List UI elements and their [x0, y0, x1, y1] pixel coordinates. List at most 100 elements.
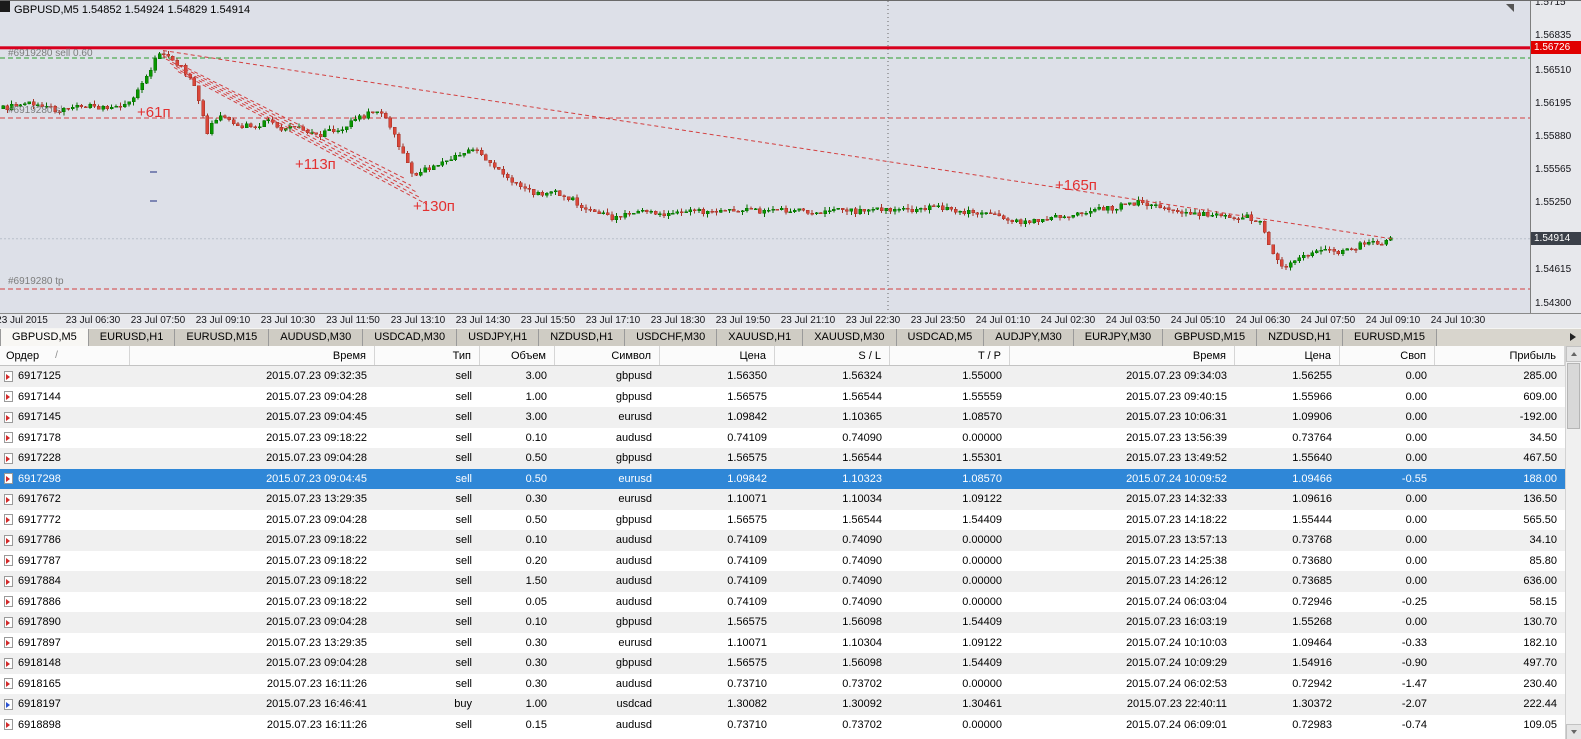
cell-symbol: eurusd	[618, 411, 652, 424]
history-row-6917897[interactable]: 6917897 2015.07.23 13:29:35 sell 0.30 eurusd…	[0, 632, 1565, 653]
chart-tab-usdcad-m5[interactable]: USDCAD,M5	[896, 329, 985, 346]
cell-swap: -0.90	[1401, 657, 1427, 670]
mt4-terminal-window: GBPUSD,M5 1.54852 1.54924 1.54829 1.5491…	[0, 0, 1581, 739]
price-scale-label: 1.55880	[1535, 131, 1572, 142]
history-row-6917772[interactable]: 6917772 2015.07.23 09:04:28 sell 0.50 gbpusd…	[0, 509, 1565, 530]
order-number: 6917890	[18, 616, 61, 629]
chart-tab-gbpusd-m15[interactable]: GBPUSD,M15	[1163, 329, 1258, 346]
sell-order-icon	[4, 575, 13, 587]
cell-close-price: 1.54916	[1292, 657, 1332, 670]
column-header-close-price[interactable]: Цена	[1235, 346, 1340, 365]
chart-tab-eurjpy-m30[interactable]: EURJPY,M30	[1073, 329, 1164, 346]
chart-tab-usdjpy-h1[interactable]: USDJPY,H1	[457, 329, 540, 346]
sell-order-icon	[4, 719, 13, 731]
cell-sl: 1.10034	[842, 493, 882, 506]
chart-tab-nzdusd-h1[interactable]: NZDUSD,H1	[539, 329, 626, 346]
column-header-label: Тип	[452, 349, 471, 362]
history-row-6917145[interactable]: 6917145 2015.07.23 09:04:45 sell 3.00 eurusd…	[0, 407, 1565, 428]
cell-type: sell	[455, 636, 472, 649]
history-row-6917884[interactable]: 6917884 2015.07.23 09:18:22 sell 1.50 audusd…	[0, 571, 1565, 592]
history-row-6917786[interactable]: 6917786 2015.07.23 09:18:22 sell 0.10 audusd…	[0, 530, 1565, 551]
cell-open-time: 2015.07.23 09:04:28	[266, 616, 367, 629]
scrollbar-thumb[interactable]	[1567, 363, 1580, 429]
cell-close-price: 1.09464	[1292, 636, 1332, 649]
cell-symbol: eurusd	[618, 472, 652, 485]
cell-type: sell	[455, 677, 472, 690]
cell-tp: 1.54409	[962, 616, 1002, 629]
chart-tab-usdcad-m30[interactable]: USDCAD,M30	[363, 329, 458, 346]
cell-profit: 222.44	[1523, 698, 1557, 711]
time-axis-label: 23 Jul 14:30	[455, 315, 511, 326]
table-scrollbar[interactable]	[1565, 346, 1581, 739]
column-header-close-time[interactable]: Время	[1010, 346, 1235, 365]
history-row-6917144[interactable]: 6917144 2015.07.23 09:04:28 sell 1.00 gbpusd…	[0, 386, 1565, 407]
cell-tp: 1.09122	[962, 636, 1002, 649]
history-row-6918898[interactable]: 6918898 2015.07.23 16:11:26 sell 0.15 audusd…	[0, 714, 1565, 735]
chart-plot-area[interactable]: GBPUSD,M5 1.54852 1.54924 1.54829 1.5491…	[0, 1, 1530, 313]
history-row-6918148[interactable]: 6918148 2015.07.23 09:04:28 sell 0.30 gbpusd…	[0, 653, 1565, 674]
cell-order: 6917228	[0, 452, 130, 464]
history-row-6917886[interactable]: 6917886 2015.07.23 09:18:22 sell 0.05 audusd…	[0, 591, 1565, 612]
column-header-profit[interactable]: Прибыль	[1435, 346, 1565, 365]
cell-tp: 1.08570	[962, 472, 1002, 485]
chart-tab-nzdusd-h1[interactable]: NZDUSD,H1	[1257, 329, 1344, 346]
chart-tab-eurusd-m15[interactable]: EURUSD,M15	[1343, 329, 1437, 346]
cell-sl: 0.73702	[842, 677, 882, 690]
cell-profit: -192.00	[1519, 411, 1557, 424]
chart-tab-xauusd-m30[interactable]: XAUUSD,M30	[803, 329, 897, 346]
cell-open-price: 1.56575	[727, 452, 767, 465]
column-header-label: Время	[1192, 349, 1226, 362]
cell-swap: 0.00	[1405, 452, 1427, 465]
resistance-price-badge: 1.56726	[1531, 40, 1581, 54]
history-row-6917298[interactable]: 6917298 2015.07.23 09:04:45 sell 0.50 eurusd…	[0, 468, 1565, 489]
history-row-6917178[interactable]: 6917178 2015.07.23 09:18:22 sell 0.10 audusd…	[0, 427, 1565, 448]
tab-scroll-right-icon[interactable]	[1570, 333, 1576, 341]
time-axis-label: 24 Jul 09:10	[1365, 315, 1421, 326]
cell-open-time: 2015.07.23 16:11:26	[266, 677, 367, 690]
column-header-symbol[interactable]: Символ	[555, 346, 660, 365]
chart-tab-eurusd-m15[interactable]: EURUSD,M15	[175, 329, 270, 346]
cell-type: buy	[454, 698, 472, 711]
cell-tp: 1.55000	[962, 370, 1002, 383]
chart-tab-audjpy-m30[interactable]: AUDJPY,M30	[984, 329, 1074, 346]
column-header-type[interactable]: Тип	[375, 346, 480, 365]
cell-tp: 0.00000	[962, 575, 1002, 588]
cell-close-time: 2015.07.23 13:56:39	[1126, 431, 1227, 444]
cell-sl: 1.10365	[842, 411, 882, 424]
chart-tab-xauusd-h1[interactable]: XAUUSD,H1	[717, 329, 804, 346]
chart-tab-eurusd-h1[interactable]: EURUSD,H1	[88, 329, 176, 346]
chart-tab-usdchf-m30[interactable]: USDCHF,M30	[625, 329, 718, 346]
history-row-6917672[interactable]: 6917672 2015.07.23 13:29:35 sell 0.30 eurusd…	[0, 489, 1565, 510]
column-header-open-time[interactable]: Время	[130, 346, 375, 365]
chart-tab-audusd-m30[interactable]: AUDUSD,M30	[269, 329, 364, 346]
column-header-order[interactable]: Ордер /	[0, 346, 130, 365]
history-row-6917228[interactable]: 6917228 2015.07.23 09:04:28 sell 0.50 gbpusd…	[0, 448, 1565, 469]
pip-profit-annotation: +130п	[413, 198, 455, 215]
column-header-sl[interactable]: S / L	[775, 346, 890, 365]
history-row-6917125[interactable]: 6917125 2015.07.23 09:32:35 sell 3.00 gbpusd…	[0, 366, 1565, 387]
scrollbar-down-button[interactable]	[1566, 724, 1581, 739]
cell-type: sell	[455, 534, 472, 547]
cell-close-time: 2015.07.24 06:02:53	[1126, 677, 1227, 690]
column-header-tp[interactable]: T / P	[890, 346, 1010, 365]
cell-order: 6917772	[0, 514, 130, 526]
cell-order: 6917125	[0, 370, 130, 382]
sell-order-icon	[4, 473, 13, 485]
cell-type: sell	[455, 452, 472, 465]
cell-profit: 188.00	[1523, 472, 1557, 485]
history-row-6918197[interactable]: 6918197 2015.07.23 16:46:41 buy 1.00 usdcad 1…	[0, 694, 1565, 715]
chart-tab-gbpusd-m5[interactable]: GBPUSD,M5	[0, 329, 89, 346]
chart-panel: GBPUSD,M5 1.54852 1.54924 1.54829 1.5491…	[0, 1, 1581, 328]
scrollbar-up-button[interactable]	[1566, 346, 1581, 362]
sell-order-icon	[4, 616, 13, 628]
cell-open-price: 1.56575	[727, 616, 767, 629]
history-row-6918165[interactable]: 6918165 2015.07.23 16:11:26 sell 0.30 audusd…	[0, 673, 1565, 694]
column-header-open-price[interactable]: Цена	[660, 346, 775, 365]
cell-type: sell	[455, 370, 472, 383]
column-header-swap[interactable]: Своп	[1340, 346, 1435, 365]
price-scale-label: 1.55565	[1535, 164, 1572, 176]
cell-close-time: 2015.07.24 10:10:03	[1126, 636, 1227, 649]
history-row-6917890[interactable]: 6917890 2015.07.23 09:04:28 sell 0.10 gbpusd…	[0, 612, 1565, 633]
history-row-6917787[interactable]: 6917787 2015.07.23 09:18:22 sell 0.20 audusd…	[0, 550, 1565, 571]
column-header-volume[interactable]: Объем	[480, 346, 555, 365]
